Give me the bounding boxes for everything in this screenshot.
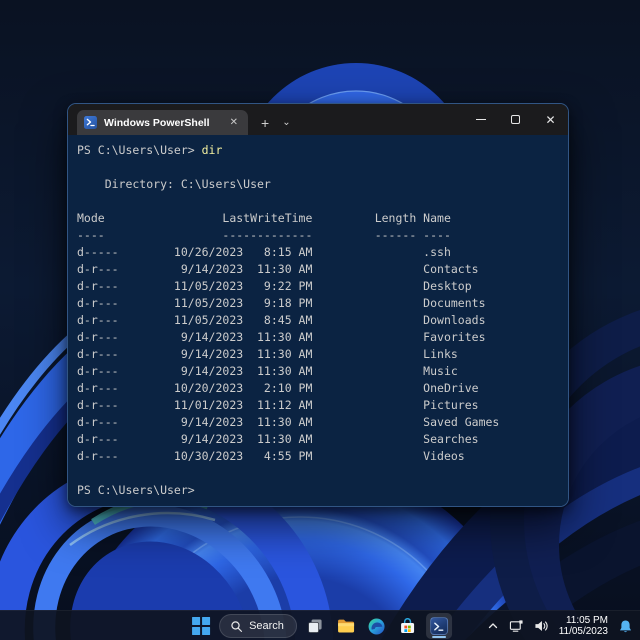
search-label: Search <box>249 620 284 632</box>
terminal-line: Mode LastWriteTime Length Name <box>77 211 451 225</box>
terminal-line: d-r--- 9/14/2023 11:30 AM Contacts <box>77 262 479 276</box>
powershell-icon <box>84 116 97 129</box>
maximize-icon <box>511 115 520 124</box>
edge-icon <box>368 618 385 634</box>
clock-time: 11:05 PM <box>565 614 608 626</box>
terminal-line: d-r--- 9/14/2023 11:30 AM Links <box>77 347 458 361</box>
microsoft-store-icon <box>401 617 415 633</box>
terminal-line: d-r--- 11/05/2023 8:45 AM Downloads <box>77 313 486 327</box>
close-button[interactable]: ✕ <box>533 104 568 135</box>
terminal-line: d-r--- 9/14/2023 11:30 AM Music <box>77 364 458 378</box>
taskbar-center: Search <box>188 611 452 640</box>
terminal-line: d----- 10/26/2023 8:15 AM .ssh <box>77 245 451 259</box>
windows-logo-icon <box>192 617 210 635</box>
desktop: { "window": { "tab": { "title": "Windows… <box>0 0 640 640</box>
network-button[interactable] <box>507 617 526 635</box>
tray-chevron-button[interactable] <box>485 618 501 634</box>
network-icon <box>509 620 523 632</box>
terminal-line: d-r--- 9/14/2023 11:30 AM Favorites <box>77 330 486 344</box>
search-button[interactable]: Search <box>219 614 297 638</box>
terminal-line: ---- ------------- ------ ---- <box>77 228 451 242</box>
file-explorer-button[interactable] <box>333 613 359 639</box>
task-view-icon <box>308 619 322 633</box>
tab-dropdown-button[interactable]: ⌄ <box>276 110 296 135</box>
minimize-icon <box>475 119 486 120</box>
minimize-button[interactable] <box>463 104 498 135</box>
notifications-button[interactable] <box>616 617 635 636</box>
new-tab-button[interactable]: + <box>254 110 276 135</box>
terminal-line: d-r--- 11/05/2023 9:22 PM Desktop <box>77 279 472 293</box>
volume-icon <box>535 620 548 632</box>
terminal-line: PS C:\Users\User> dir <box>77 143 223 157</box>
terminal-line: d-r--- 9/14/2023 11:30 AM Searches <box>77 432 479 446</box>
chevron-up-icon <box>488 623 497 629</box>
taskbar-clock[interactable]: 11:05 PM 11/05/2023 <box>557 615 610 638</box>
tab-title: Windows PowerShell <box>104 116 210 129</box>
powershell-taskbar-icon <box>429 617 448 635</box>
window-titlebar[interactable]: Windows PowerShell ✕ + ⌄ ✕ <box>68 104 568 135</box>
start-button[interactable] <box>188 613 214 639</box>
notification-bell-icon <box>619 620 632 632</box>
microsoft-store-button[interactable] <box>395 613 421 639</box>
close-icon: ✕ <box>545 112 556 127</box>
edge-button[interactable] <box>364 613 390 639</box>
powershell-window: Windows PowerShell ✕ + ⌄ ✕ PS C:\Users\U… <box>67 103 569 507</box>
task-view-button[interactable] <box>302 613 328 639</box>
volume-button[interactable] <box>532 617 551 635</box>
terminal-line: d-r--- 11/05/2023 9:18 PM Documents <box>77 296 486 310</box>
system-tray: 11:05 PM 11/05/2023 <box>485 611 635 640</box>
clock-date: 11/05/2023 <box>558 626 608 637</box>
tab-close-icon[interactable]: ✕ <box>227 116 241 130</box>
window-controls: ✕ <box>463 104 568 135</box>
terminal-line: d-r--- 11/01/2023 11:12 AM Pictures <box>77 398 479 412</box>
taskbar: Search 11:05 PM 11/05/2023 <box>0 610 640 640</box>
search-icon <box>231 620 243 632</box>
tab-windows-powershell[interactable]: Windows PowerShell ✕ <box>77 110 248 135</box>
terminal-output[interactable]: PS C:\Users\User> dir Directory: C:\User… <box>68 135 568 506</box>
file-explorer-icon <box>337 619 354 633</box>
terminal-line: Directory: C:\Users\User <box>77 177 271 191</box>
terminal-line: d-r--- 10/30/2023 4:55 PM Videos <box>77 449 465 463</box>
terminal-line: PS C:\Users\User> <box>77 483 195 497</box>
terminal-line: d-r--- 10/20/2023 2:10 PM OneDrive <box>77 381 479 395</box>
powershell-taskbar-button[interactable] <box>425 613 452 639</box>
maximize-button[interactable] <box>498 104 533 135</box>
terminal-line: d-r--- 9/14/2023 11:30 AM Saved Games <box>77 415 500 429</box>
